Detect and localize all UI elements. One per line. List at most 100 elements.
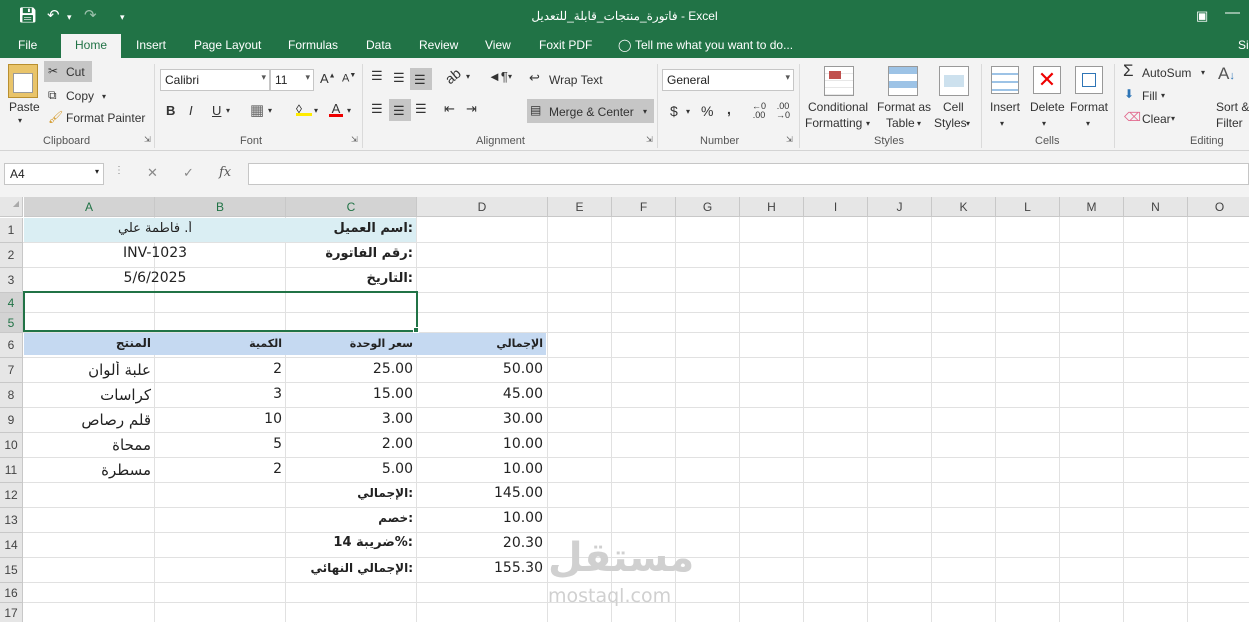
align-top-icon[interactable]: ☰ [371,68,383,84]
row-header-5[interactable]: 5 [0,313,23,333]
tab-insert[interactable]: Insert [136,38,166,52]
row-header-12[interactable]: 12 [0,483,23,508]
row-header-16[interactable]: 16 [0,583,23,603]
rtl-direction-icon[interactable]: ◄¶ [488,69,508,84]
row-header-3[interactable]: 3 [0,268,23,293]
date-value[interactable]: 5/6/2025 [24,270,286,286]
tab-page-layout[interactable]: Page Layout [194,38,261,52]
delete-cells-dropdown-icon[interactable]: ▾ [1042,119,1046,128]
sort-filter-button[interactable]: Sort & [1216,100,1249,114]
currency-button[interactable]: $ [670,103,678,119]
column-header-n[interactable]: N [1124,197,1188,217]
discount-value[interactable]: 10.00 [417,510,546,526]
increase-indent-icon[interactable]: ⇥ [466,101,477,117]
font-size-select[interactable]: 11 ▾ [270,69,314,91]
column-header-c[interactable]: C [286,197,417,217]
item-total-cell[interactable]: 10.00 [417,436,546,452]
column-header-d[interactable]: D [417,197,548,217]
clipboard-launcher-icon[interactable]: ⇲ [144,135,151,144]
format-cells-icon[interactable] [1075,66,1103,94]
clear-dropdown-icon[interactable]: ▾ [1171,114,1175,123]
tab-formulas[interactable]: Formulas [288,38,338,52]
item-price-cell[interactable]: 25.00 [286,361,416,377]
subtotal-value[interactable]: 145.00 [417,485,546,501]
column-header-m[interactable]: M [1060,197,1124,217]
item-qty-cell[interactable]: 5 [155,436,285,452]
column-header-j[interactable]: J [868,197,932,217]
conditional-dropdown-icon[interactable]: ▾ [866,119,870,128]
column-header-f[interactable]: F [612,197,676,217]
fill-dropdown-icon[interactable]: ▾ [1161,91,1165,100]
item-product-cell[interactable]: مسطرة [24,461,154,479]
column-header-e[interactable]: E [548,197,612,217]
tab-file[interactable]: File [18,38,37,52]
shrink-font-icon[interactable]: A▼ [342,72,356,85]
insert-cells-icon[interactable] [991,66,1019,94]
decrease-decimal-icon[interactable]: .00 →0 [776,102,790,120]
merge-center-button[interactable]: Merge & Center [549,105,634,119]
font-color-icon[interactable]: A [329,101,343,117]
header-unit-price[interactable]: سعر الوحدة [286,337,416,350]
underline-button[interactable]: U [212,103,221,118]
selected-range[interactable] [23,291,418,332]
font-launcher-icon[interactable]: ⇲ [351,135,358,144]
paste-icon[interactable] [8,64,38,98]
column-header-a[interactable]: A [24,197,155,217]
sign-in-link[interactable]: Si [1238,38,1249,52]
item-total-cell[interactable]: 45.00 [417,386,546,402]
tell-me-search[interactable]: Tell me what you want to do... [635,38,793,52]
column-header-b[interactable]: B [155,197,286,217]
cell-styles-dropdown-icon[interactable]: ▾ [966,119,970,128]
select-all-corner[interactable]: ◢ [0,197,23,217]
item-price-cell[interactable]: 3.00 [286,411,416,427]
clear-button[interactable]: Clear [1142,112,1171,126]
date-label[interactable]: التاريخ: [286,271,416,286]
row-header-6[interactable]: 6 [0,333,23,358]
item-price-cell[interactable]: 5.00 [286,461,416,477]
row-header-2[interactable]: 2 [0,243,23,268]
column-header-k[interactable]: K [932,197,996,217]
cell-styles-button[interactable]: Cell [943,100,964,114]
customer-value[interactable]: أ. فاطمة علي [24,221,286,236]
copy-dropdown-icon[interactable]: ▾ [102,92,106,101]
tab-data[interactable]: Data [366,38,391,52]
paste-button[interactable]: Paste [9,100,40,114]
number-launcher-icon[interactable]: ⇲ [786,135,793,144]
header-total[interactable]: الإجمالي [417,337,546,350]
name-box[interactable]: A4 ▾ [4,163,104,185]
percent-button[interactable]: % [701,103,713,119]
autosum-dropdown-icon[interactable]: ▾ [1201,68,1205,77]
cancel-icon[interactable]: ✕ [147,165,158,181]
underline-dropdown-icon[interactable]: ▾ [226,106,230,115]
column-header-i[interactable]: I [804,197,868,217]
item-total-cell[interactable]: 30.00 [417,411,546,427]
tax-label[interactable]: ضريبة 14%: [286,535,416,550]
item-product-cell[interactable]: قلم رصاص [24,411,154,429]
tax-value[interactable]: 20.30 [417,535,546,551]
item-product-cell[interactable]: كراسات [24,386,154,404]
direction-dropdown-icon[interactable]: ▾ [508,72,512,81]
merge-dropdown-icon[interactable]: ▾ [643,107,647,116]
conditional-formatting-icon[interactable] [824,66,854,96]
font-name-select[interactable]: Calibri ▾ [160,69,270,91]
format-cells-button[interactable]: Format [1070,100,1108,114]
copy-button[interactable]: Copy [66,89,94,103]
delete-cells-button[interactable]: Delete [1030,100,1065,114]
align-center-icon[interactable]: ☰ [393,103,405,119]
row-header-8[interactable]: 8 [0,383,23,408]
minimize-icon[interactable]: — [1225,4,1240,21]
item-product-cell[interactable]: ممحاة [24,436,154,454]
column-header-o[interactable]: O [1188,197,1249,217]
item-price-cell[interactable]: 15.00 [286,386,416,402]
format-cells-dropdown-icon[interactable]: ▾ [1086,119,1090,128]
fill-color-icon[interactable]: ◊ [296,102,312,116]
customer-label[interactable]: اسم العميل: [286,221,416,236]
format-as-table-icon[interactable] [888,66,918,96]
currency-dropdown-icon[interactable]: ▾ [686,107,690,116]
item-qty-cell[interactable]: 2 [155,361,285,377]
column-header-h[interactable]: H [740,197,804,217]
grand-total-label[interactable]: الإجمالي النهائي: [286,561,416,575]
row-header-15[interactable]: 15 [0,558,23,583]
tab-home[interactable]: Home [61,34,122,58]
align-middle-icon[interactable]: ☰ [393,70,405,86]
